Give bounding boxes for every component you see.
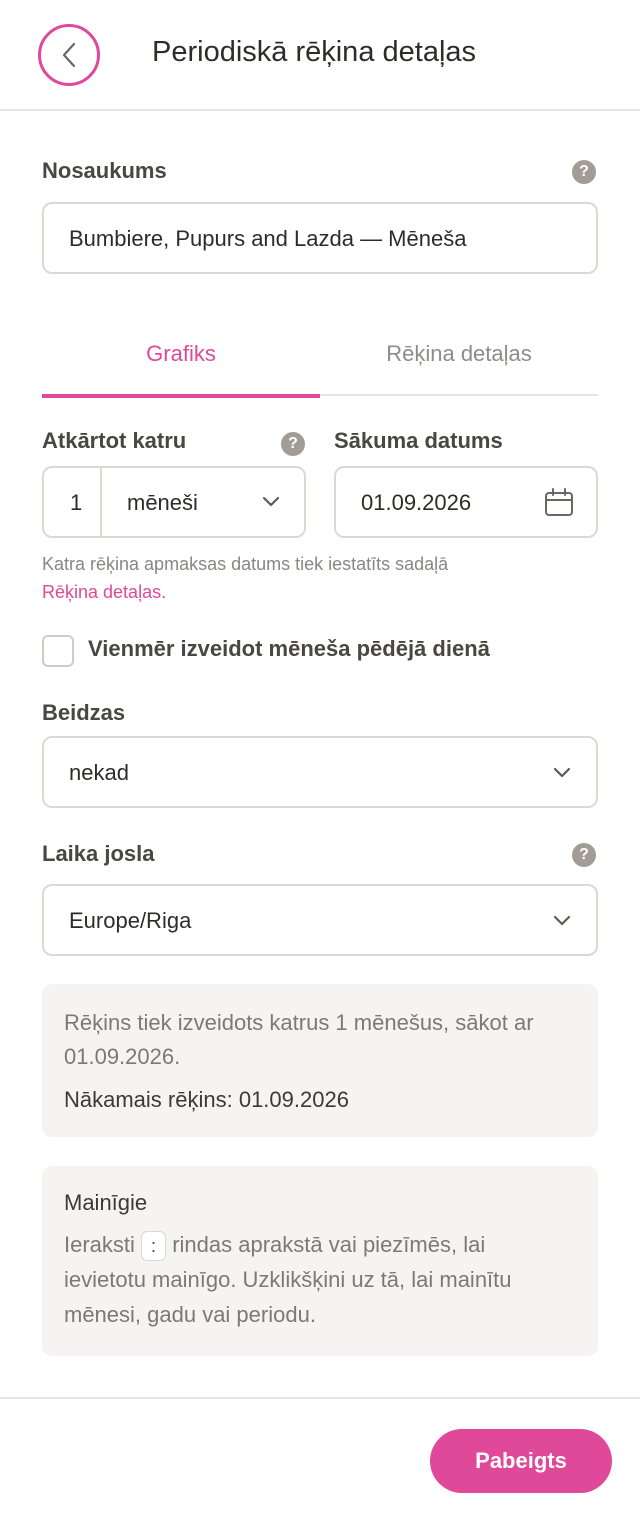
variable-key-badge: : — [141, 1231, 167, 1262]
chevron-down-icon — [262, 496, 280, 507]
due-date-hint: Katra rēķina apmaksas datums tiek iestat… — [42, 550, 602, 606]
invoice-details-link[interactable]: Rēķina detaļas. — [42, 582, 166, 602]
start-date-value: 01.09.2026 — [361, 490, 472, 515]
timezone-select[interactable]: Europe/Riga — [42, 884, 598, 956]
name-input[interactable]: Bumbiere, Pupurs and Lazda — Mēneša — [42, 202, 598, 274]
tab-schedule[interactable]: Grafiks — [42, 312, 320, 398]
schedule-summary: Rēķins tiek izveidots katrus 1 mēnešus, … — [42, 984, 598, 1137]
next-invoice-text: Nākamais rēķins: 01.09.2026 — [64, 1087, 349, 1112]
start-date-input[interactable]: 01.09.2026 — [334, 466, 598, 538]
variables-line-1-after: rindas aprakstā vai piezīmēs, lai — [172, 1232, 486, 1257]
done-button[interactable]: Pabeigts — [430, 1429, 612, 1493]
name-help-icon[interactable]: ? — [572, 160, 596, 184]
chevron-down-icon — [553, 767, 571, 778]
repeat-unit-select[interactable]: mēneši — [102, 468, 304, 536]
ends-label: Beidzas — [42, 700, 126, 725]
page-title: Periodiskā rēķina detaļas — [152, 36, 477, 68]
summary-line-2: 01.09.2026. — [64, 1044, 181, 1069]
ends-value: nekad — [69, 760, 129, 785]
timezone-help-icon[interactable]: ? — [572, 843, 596, 867]
repeat-group: 1 mēneši — [42, 466, 306, 538]
variables-line-3: mēnesi, gadu vai periodu. — [64, 1302, 316, 1327]
tab-invoice-details[interactable]: Rēķina detaļas — [320, 312, 598, 396]
tab-bar: Grafiks Rēķina detaļas — [42, 312, 598, 398]
repeat-count-input[interactable]: 1 — [44, 468, 102, 536]
back-button[interactable] — [38, 24, 100, 86]
name-label: Nosaukums — [42, 158, 167, 183]
repeat-count-value: 1 — [70, 490, 83, 515]
variables-line-1: Ieraksti : rindas aprakstā vai piezīmēs,… — [64, 1228, 485, 1262]
ends-select[interactable]: nekad — [42, 736, 598, 808]
calendar-icon[interactable] — [544, 488, 574, 518]
chevron-left-icon — [62, 42, 76, 68]
summary-line-1: Rēķins tiek izveidots katrus 1 mēnešus, … — [64, 1010, 534, 1035]
timezone-value: Europe/Riga — [69, 908, 192, 933]
last-day-checkbox-label[interactable]: Vienmēr izveidot mēneša pēdējā dienā — [88, 636, 490, 662]
variables-info: Mainīgie Ieraksti : rindas aprakstā vai … — [42, 1166, 598, 1356]
header: Periodiskā rēķina detaļas — [0, 0, 640, 111]
variables-line-1-before: Ieraksti — [64, 1232, 135, 1257]
last-day-checkbox[interactable] — [42, 635, 74, 667]
repeat-help-icon[interactable]: ? — [281, 432, 305, 456]
chevron-down-icon — [553, 915, 571, 926]
repeat-label: Atkārtot katru — [42, 428, 187, 453]
name-input-value: Bumbiere, Pupurs and Lazda — Mēneša — [69, 226, 467, 251]
timezone-label: Laika josla — [42, 841, 155, 866]
due-date-hint-text: Katra rēķina apmaksas datums tiek iestat… — [42, 554, 449, 574]
start-date-label: Sākuma datums — [334, 428, 503, 453]
variables-title: Mainīgie — [64, 1190, 148, 1215]
repeat-unit-value: mēneši — [127, 490, 198, 515]
variables-line-2: ievietotu mainīgo. Uzklikšķini uz tā, la… — [64, 1267, 512, 1292]
